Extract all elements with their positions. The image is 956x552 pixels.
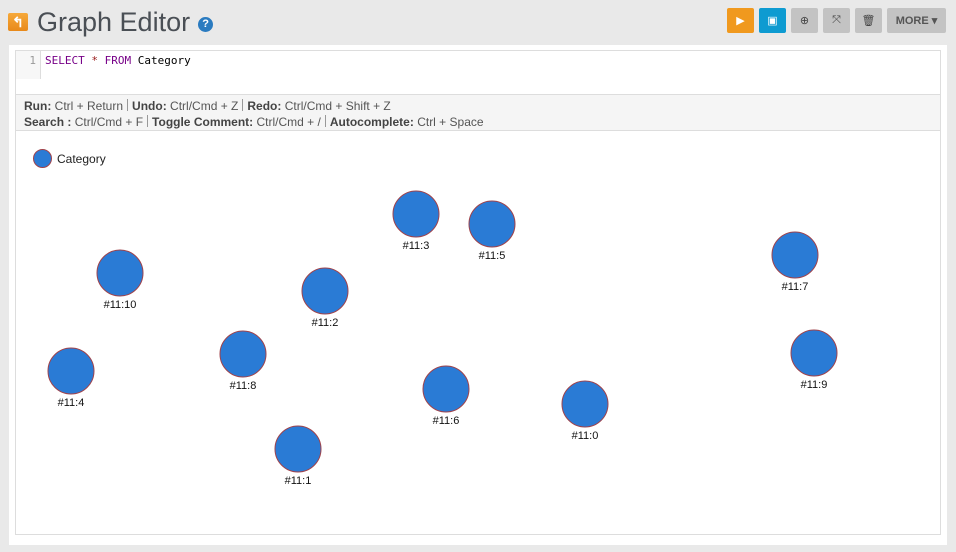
- node-label: #11:3: [403, 240, 430, 252]
- keyword-from: FROM: [104, 54, 132, 67]
- class-name: Category: [137, 54, 191, 67]
- shortcut-key: Run:: [24, 99, 52, 113]
- node-label: #11:0: [572, 430, 599, 442]
- more-label: MORE: [895, 14, 929, 27]
- graph-node[interactable]: #11:1: [274, 425, 322, 487]
- shortcut-key: Search :: [24, 115, 72, 129]
- floppy-icon: ▣: [767, 15, 778, 27]
- toolbar: ▶ ▣ ⊕ ⤧ 🗑 MORE ▾: [727, 8, 946, 33]
- node-label: #11:2: [312, 317, 339, 329]
- delete-button[interactable]: 🗑: [855, 8, 882, 33]
- legend-dot: [33, 149, 52, 168]
- trash-icon: 🗑: [861, 15, 876, 27]
- node-label: #11:1: [285, 475, 312, 487]
- graph-node[interactable]: #11:4: [47, 347, 95, 409]
- node-circle[interactable]: [422, 365, 470, 413]
- node-label: #11:5: [479, 250, 506, 262]
- graph-node[interactable]: #11:0: [561, 380, 609, 442]
- node-circle[interactable]: [790, 329, 838, 377]
- run-button[interactable]: ▶: [727, 8, 754, 33]
- main-panel: 1 SELECT * FROM Category Run: Ctrl + Ret…: [9, 45, 947, 545]
- shortcut-key: Undo:: [132, 99, 167, 113]
- header: ↰ Graph Editor ?: [8, 4, 214, 40]
- node-circle[interactable]: [468, 200, 516, 248]
- page-title: Graph Editor: [37, 6, 191, 37]
- graph-node[interactable]: #11:3: [392, 190, 440, 252]
- question-icon[interactable]: ?: [198, 16, 214, 32]
- graph-node[interactable]: #11:2: [301, 267, 349, 329]
- graph-svg[interactable]: #11:3 #11:5 #11:10 #11:2 #11:7 #11:8 #11:4 #11:…: [16, 131, 940, 534]
- shortcut-value: Ctrl/Cmd + F: [74, 115, 144, 129]
- shortcut-value: Ctrl + Space: [417, 115, 484, 129]
- save-button[interactable]: ▣: [759, 8, 786, 33]
- line-number: 1: [16, 51, 41, 79]
- node-label: #11:7: [782, 281, 809, 293]
- expand-icon: ⤧: [832, 14, 841, 26]
- shortcut-key: Redo:: [247, 99, 282, 113]
- star: *: [91, 54, 98, 67]
- node-circle[interactable]: [96, 249, 144, 297]
- graph-canvas[interactable]: #11:3 #11:5 #11:10 #11:2 #11:7 #11:8 #11:4 #11:…: [16, 131, 940, 534]
- legend-item[interactable]: Category: [33, 149, 106, 168]
- node-circle[interactable]: [47, 347, 95, 395]
- node-label: #11:4: [58, 397, 85, 409]
- shortcut-value: Ctrl + Return: [54, 99, 124, 113]
- back-arrow-icon[interactable]: ↰: [8, 13, 28, 31]
- graph-node[interactable]: #11:10: [96, 249, 144, 311]
- keyword-select: SELECT: [45, 54, 85, 67]
- node-label: #11:10: [104, 299, 137, 311]
- plus-circle-icon: ⊕: [799, 15, 810, 27]
- shortcut-key: Autocomplete:: [329, 115, 414, 129]
- more-button[interactable]: MORE ▾: [887, 8, 946, 33]
- graph-node[interactable]: #11:9: [790, 329, 838, 391]
- node-circle[interactable]: [219, 330, 267, 378]
- node-circle[interactable]: [771, 231, 819, 279]
- node-circle[interactable]: [392, 190, 440, 238]
- graph-node[interactable]: #11:6: [422, 365, 470, 427]
- add-vertex-button[interactable]: ⊕: [791, 8, 818, 33]
- node-circle[interactable]: [274, 425, 322, 473]
- legend-label: Category: [57, 151, 106, 166]
- node-circle[interactable]: [561, 380, 609, 428]
- shortcut-key: Toggle Comment:: [152, 115, 254, 129]
- shortcut-help: Run: Ctrl + Return Undo: Ctrl/Cmd + Z Redo…: [16, 94, 940, 131]
- node-label: #11:8: [230, 380, 257, 392]
- graph-node[interactable]: #11:8: [219, 330, 267, 392]
- code-line[interactable]: SELECT * FROM Category: [45, 54, 191, 67]
- node-label: #11:9: [801, 379, 828, 391]
- node-label: #11:6: [433, 415, 460, 427]
- shortcut-value: Ctrl/Cmd + /: [256, 115, 321, 129]
- query-editor[interactable]: 1 SELECT * FROM Category: [16, 51, 940, 94]
- graph-node[interactable]: #11:5: [468, 200, 516, 262]
- graph-node[interactable]: #11:7: [771, 231, 819, 293]
- shortcut-value: Ctrl/Cmd + Shift + Z: [284, 99, 391, 113]
- node-circle[interactable]: [301, 267, 349, 315]
- fullscreen-button[interactable]: ⤧: [823, 8, 850, 33]
- play-icon: ▶: [736, 15, 745, 27]
- shortcut-value: Ctrl/Cmd + Z: [170, 99, 239, 113]
